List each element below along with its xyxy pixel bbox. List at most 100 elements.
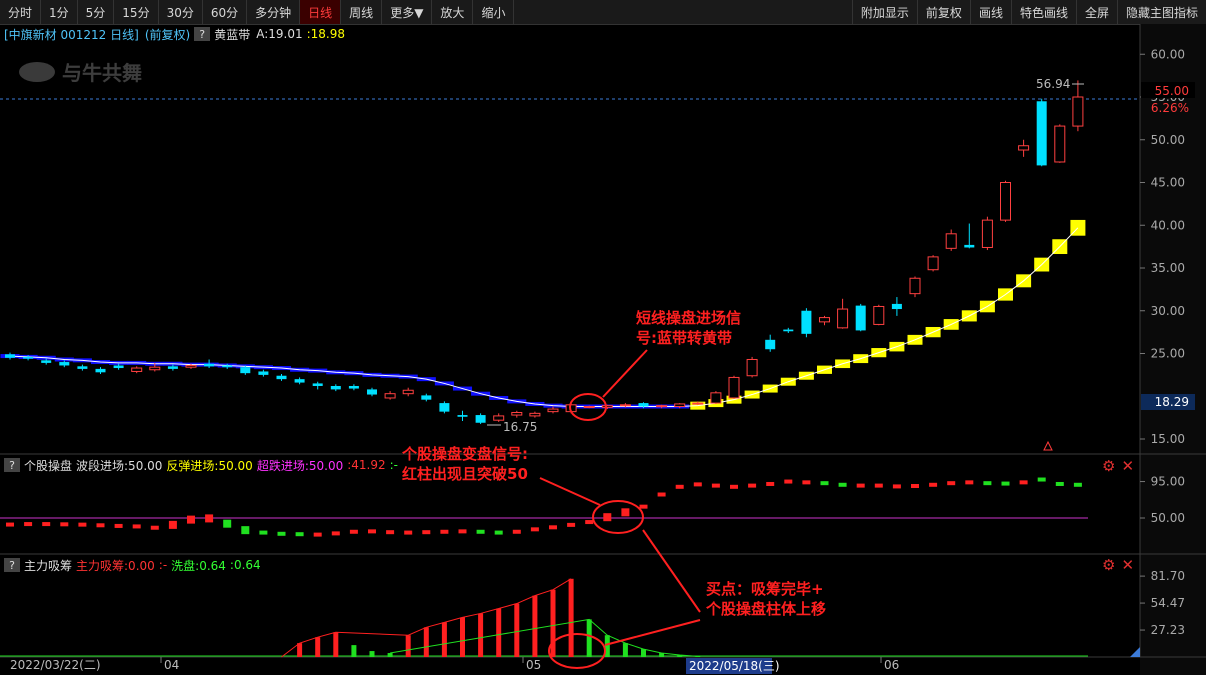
pane3-bar-34 [622, 643, 628, 657]
gear-icon[interactable]: ⚙ [1102, 458, 1115, 474]
help-button-pane2[interactable]: ? [4, 458, 20, 472]
band-segment-2 [36, 355, 56, 360]
pane3-bar-17 [315, 637, 321, 657]
band-segment-1 [18, 354, 38, 359]
pane2-bar-46 [838, 482, 847, 487]
candle-body-28 [511, 411, 523, 416]
band-segment-54 [979, 300, 995, 313]
signal-circle-3 [548, 633, 606, 669]
pane2-bar-18 [331, 531, 340, 536]
pane3-bars [0, 578, 1088, 658]
gear-icon[interactable]: ⚙ [1102, 557, 1115, 573]
candle-body-15 [276, 375, 287, 380]
tool-button-2[interactable]: 画线 [969, 0, 1011, 24]
period-button-9[interactable]: 更多▼ [382, 0, 433, 24]
candle-body-26 [475, 415, 486, 423]
period-button-6[interactable]: 多分钟 [247, 0, 301, 24]
candle-body-51 [927, 256, 939, 271]
band-segment-8 [145, 361, 165, 366]
date-cursor-box [686, 658, 772, 674]
tool-button-1[interactable]: 前复权 [916, 0, 970, 24]
price-label-1: 55.00 [1151, 90, 1185, 104]
period-button-3[interactable]: 15分 [114, 0, 159, 24]
date-month-06: 06 [884, 658, 899, 672]
candle-body-11 [204, 363, 215, 367]
candle-body-40 [728, 376, 740, 399]
period-button-1[interactable]: 1分 [41, 0, 78, 24]
candle-body-19 [348, 385, 359, 389]
candle-body-38 [692, 402, 704, 405]
close-icon[interactable]: ✕ [1121, 458, 1134, 474]
period-button-8[interactable]: 周线 [341, 0, 383, 24]
pane2-bar-2 [42, 522, 51, 527]
pane2-bar-40 [730, 484, 738, 489]
pane2-bar-14 [259, 530, 268, 535]
arrow-line-3a [642, 529, 701, 613]
candle-body-49 [891, 303, 902, 310]
candle-body-1 [23, 356, 34, 359]
pane2-bar-38 [693, 482, 702, 487]
close-icon[interactable]: ✕ [1121, 557, 1134, 573]
pane2-bar-25 [458, 529, 467, 534]
band-segment-39 [708, 399, 724, 408]
pane3-bar-29 [532, 595, 538, 657]
tool-button-3[interactable]: 特色画线 [1010, 0, 1076, 24]
candle-body-45 [819, 317, 830, 323]
pane3-s2: :- [158, 558, 168, 572]
crosshair-price: 18.29 [1155, 395, 1189, 409]
pane2-bar-47 [856, 483, 865, 488]
date-month-04: 04 [164, 658, 179, 672]
pane3-bar-16 [297, 643, 303, 657]
price-label-0: 60.00 [1151, 47, 1185, 61]
pane2-bar-26 [476, 529, 485, 534]
period-button-0[interactable]: 分时 [0, 0, 42, 24]
candle-body-29 [529, 412, 541, 417]
candle-body-48 [873, 305, 885, 325]
period-button-2[interactable]: 5分 [78, 0, 115, 24]
tool-button-0[interactable]: 附加显示 [851, 0, 917, 24]
tool-button-4[interactable]: 全屏 [1075, 0, 1117, 24]
yellow-blue-band [0, 219, 1086, 410]
band-segment-10 [181, 362, 201, 367]
pane2-bar-15 [277, 531, 286, 536]
candle-body-8 [149, 366, 161, 371]
tool-button-5[interactable]: 隐藏主图指标 [1116, 0, 1206, 24]
pane3-bar-20 [369, 651, 375, 657]
pane3-bar-22 [405, 635, 411, 657]
help-button-main[interactable]: ? [194, 27, 211, 41]
period-button-10[interactable]: 放大 [432, 0, 474, 24]
period-button-11[interactable]: 缩小 [473, 0, 515, 24]
candle-body-22 [402, 389, 414, 395]
pane2-bar-22 [404, 530, 413, 535]
candle-body-18 [330, 385, 341, 390]
candle-body-16 [294, 379, 305, 383]
candle-body-50 [909, 277, 921, 295]
pane2-bar-51 [929, 482, 938, 487]
band-segment-5 [90, 360, 111, 365]
period-button-7[interactable]: 日线 [300, 0, 342, 24]
candle-body-17 [312, 383, 323, 386]
pane2-bar-41 [748, 483, 757, 488]
pane2-bar-30 [549, 525, 557, 530]
pane3-bar-27 [496, 608, 502, 657]
pane3-info-bar: ? 主力吸筹 主力吸筹:0.00 :- 洗盘:0.64 :0.64 [0, 556, 261, 574]
candle-body-44 [801, 310, 812, 334]
pane2-bar-3 [60, 522, 69, 527]
pane2-bar-0 [6, 522, 14, 527]
period-button-4[interactable]: 30分 [159, 0, 203, 24]
arrow-line-1 [602, 349, 648, 398]
candle-body-20 [367, 389, 377, 395]
pane2-bar-52 [947, 481, 956, 486]
band-segment-18 [326, 370, 346, 375]
candle-body-7 [131, 367, 143, 372]
band-segment-23 [416, 377, 436, 382]
candle-body-39 [710, 392, 722, 404]
resize-corner-icon[interactable] [1130, 647, 1140, 657]
help-button-pane3[interactable]: ? [4, 558, 20, 572]
period-button-5[interactable]: 60分 [203, 0, 248, 24]
pane2-bar-39 [711, 483, 720, 488]
date-start: 2022/03/22(二) [10, 658, 101, 672]
band-segment-4 [72, 358, 92, 363]
indicator-a-label: A:19.01 [256, 27, 303, 41]
pane3-bar-33 [604, 635, 610, 657]
